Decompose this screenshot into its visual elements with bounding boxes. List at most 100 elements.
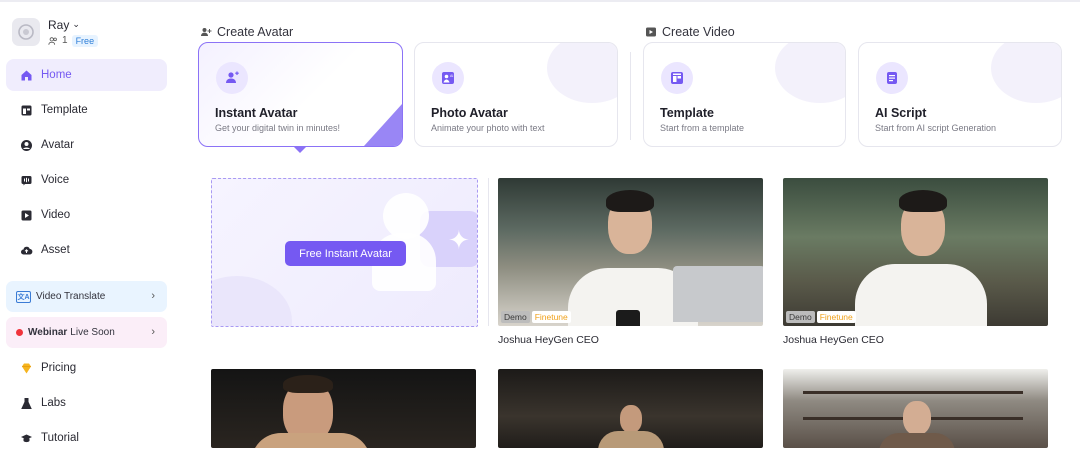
avatar-figure — [620, 405, 642, 433]
pricing-icon — [20, 362, 33, 375]
card-decoration — [547, 43, 617, 103]
sidebar-item-avatar[interactable]: Avatar — [6, 129, 167, 161]
webinar-promo[interactable]: Webinar Live Soon › — [6, 317, 167, 348]
avatar-figure — [855, 264, 987, 326]
avatar-icon — [20, 139, 33, 152]
member-count: 1 — [62, 35, 68, 46]
avatar-figure — [899, 190, 947, 212]
avatar-figure — [606, 190, 654, 212]
laptop-prop — [673, 266, 763, 322]
create-avatar-heading: Create Avatar — [200, 25, 293, 39]
template-icon — [20, 104, 33, 117]
members-icon — [48, 36, 57, 45]
photo-avatar-card[interactable]: AI Photo Avatar Animate your photo with … — [414, 42, 618, 147]
webinar-title: Webinar — [28, 327, 68, 338]
finetune-tag: Finetune — [531, 311, 571, 323]
sidebar-item-label: Tutorial — [41, 432, 79, 444]
avatar-name: Joshua HeyGen CEO — [498, 334, 599, 346]
sidebar-item-label: Voice — [41, 174, 70, 186]
instant-avatar-card[interactable]: Instant Avatar Get your digital twin in … — [198, 42, 403, 153]
create-video-heading: Create Video — [645, 25, 735, 39]
sidebar-item-label: Video — [41, 209, 71, 221]
sparkle-icon: ✦ — [448, 225, 470, 255]
card-decoration — [775, 43, 845, 103]
sidebar-item-label: Home — [41, 69, 72, 81]
avatar-figure — [251, 433, 371, 448]
sidebar-item-home[interactable]: Home — [6, 59, 167, 91]
sidebar: Ray ⌄ 1 Free Home Template Avatar Voice … — [0, 2, 176, 448]
tutorial-icon — [20, 432, 33, 445]
photo-avatar-icon: AI — [432, 62, 464, 94]
demo-tag: Demo — [501, 311, 530, 323]
avatar-thumbnail[interactable]: Demo Finetune — [783, 178, 1048, 326]
live-dot-icon — [16, 329, 23, 336]
svg-text:AI: AI — [450, 74, 453, 78]
avatar-figure — [283, 375, 333, 393]
avatar-thumbnail[interactable] — [211, 369, 476, 448]
avatar-thumbnail[interactable] — [498, 369, 763, 448]
sidebar-item-label: Asset — [41, 244, 70, 256]
card-subtitle: Start from AI script Generation — [875, 123, 997, 133]
demo-tag: Demo — [786, 311, 815, 323]
avatar-thumbnail[interactable]: Demo Finetune — [498, 178, 763, 326]
main-nav: Home Template Avatar Voice Video Asset — [6, 59, 167, 269]
plan-badge: Free — [71, 34, 99, 47]
labs-icon — [20, 397, 33, 410]
card-subtitle: Animate your photo with text — [431, 123, 545, 133]
avatar-tags: Demo Finetune — [501, 311, 571, 323]
avatar-thumbnail[interactable] — [783, 369, 1048, 448]
card-decoration — [991, 43, 1061, 103]
avatar-divider — [488, 178, 489, 326]
avatar-figure — [879, 433, 955, 448]
ai-script-icon — [876, 62, 908, 94]
bookshelf — [803, 391, 1023, 394]
user-avatar — [12, 18, 40, 46]
free-instant-avatar-panel[interactable]: ✦ Free Instant Avatar — [211, 178, 478, 327]
user-menu[interactable]: Ray ⌄ 1 Free — [12, 16, 99, 48]
sidebar-item-asset[interactable]: Asset — [6, 234, 167, 266]
sidebar-item-voice[interactable]: Voice — [6, 164, 167, 196]
sidebar-item-pricing[interactable]: Pricing — [6, 352, 167, 384]
chevron-right-icon: › — [151, 290, 155, 302]
sidebar-item-labs[interactable]: Labs — [6, 387, 167, 419]
sidebar-item-label: Labs — [41, 397, 66, 409]
sidebar-item-label: Pricing — [41, 362, 77, 374]
card-title: Template — [660, 106, 714, 120]
card-subtitle: Get your digital twin in minutes! — [215, 123, 341, 133]
chevron-down-icon: ⌄ — [72, 19, 80, 29]
avatar-tags: Demo Finetune — [786, 311, 856, 323]
free-instant-avatar-button[interactable]: Free Instant Avatar — [285, 241, 406, 266]
sidebar-item-video[interactable]: Video — [6, 199, 167, 231]
card-subtitle: Start from a template — [660, 123, 745, 133]
template-card-icon — [661, 62, 693, 94]
translate-icon: 文A — [16, 290, 31, 303]
webinar-label: Live Soon — [70, 327, 115, 338]
card-title: Photo Avatar — [431, 106, 508, 120]
avatar-figure — [903, 401, 931, 435]
avatar-figure — [598, 431, 664, 448]
video-icon — [646, 27, 656, 37]
instant-avatar-icon — [216, 62, 248, 94]
card-title: Instant Avatar — [215, 106, 298, 120]
card-decoration — [364, 104, 402, 146]
sidebar-item-label: Template — [41, 104, 88, 116]
chevron-right-icon: › — [151, 326, 155, 338]
user-avatar-icon — [18, 24, 34, 40]
card-title: AI Script — [875, 106, 927, 120]
sidebar-item-template[interactable]: Template — [6, 94, 167, 126]
template-card[interactable]: Template Start from a template — [643, 42, 846, 147]
finetune-tag: Finetune — [816, 311, 856, 323]
ai-script-card[interactable]: AI Script Start from AI script Generatio… — [858, 42, 1062, 147]
add-person-icon — [201, 28, 212, 36]
home-icon — [20, 69, 33, 82]
video-icon — [20, 209, 33, 222]
avatar-name: Joshua HeyGen CEO — [783, 334, 884, 346]
decorative-blob — [212, 276, 292, 326]
video-translate-label: Video Translate — [36, 291, 106, 302]
sidebar-item-tutorial[interactable]: Tutorial — [6, 422, 167, 454]
asset-icon — [20, 244, 33, 257]
video-translate-promo[interactable]: 文A Video Translate › — [6, 281, 167, 312]
sidebar-item-label: Avatar — [41, 139, 75, 151]
user-name: Ray — [48, 17, 70, 32]
mug-prop — [616, 310, 640, 326]
